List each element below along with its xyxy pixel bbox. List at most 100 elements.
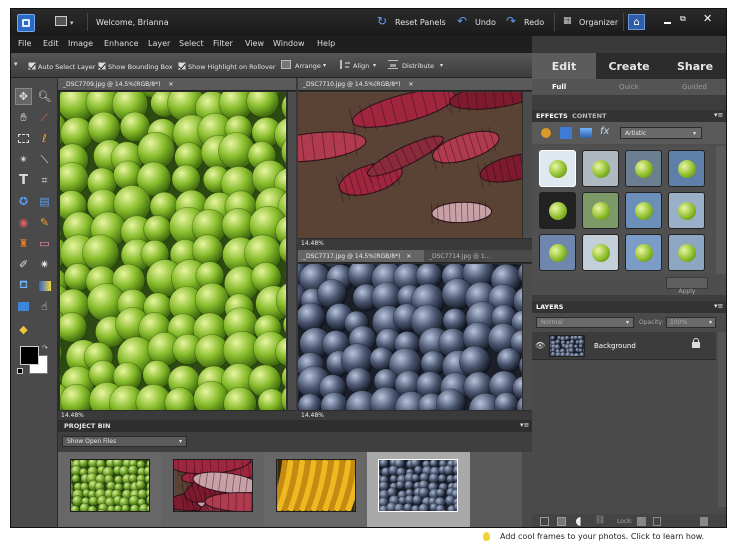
tab-edit[interactable]: Edit <box>532 53 596 79</box>
sponge-tool-icon[interactable]: ◆ <box>15 321 32 338</box>
project-bin-scrollbar[interactable] <box>522 452 532 527</box>
lock-transparent-icon[interactable] <box>637 517 646 526</box>
document-tab-2-close-icon[interactable]: ✕ <box>408 81 413 88</box>
workspace-layout-button[interactable]: ▾ <box>55 16 77 29</box>
quick-selection-tool-icon[interactable]: ⟍ <box>36 151 53 168</box>
align-dropdown[interactable]: Align ▾ <box>340 59 380 72</box>
document-tab-2[interactable]: _DSC7710.jpg @ 14.5%(RGB/8*) ✕ <box>298 78 532 91</box>
red-eye-tool-icon[interactable]: ◉ <box>15 214 32 231</box>
new-layer-icon[interactable] <box>540 517 549 526</box>
auto-select-checkbox[interactable] <box>28 62 36 70</box>
document-1-scrollbar[interactable] <box>288 92 296 410</box>
bin-item-berries-selected[interactable] <box>367 452 470 527</box>
foreground-color-swatch[interactable] <box>20 346 39 365</box>
eraser-tool-icon[interactable]: ▭ <box>36 235 53 252</box>
options-menu-arrow-icon[interactable]: ▾ <box>14 60 18 68</box>
minimize-button[interactable] <box>662 15 674 27</box>
effects-scrollbar[interactable] <box>716 146 726 274</box>
menu-view[interactable]: View <box>245 39 264 48</box>
fx-icon[interactable]: fx <box>600 126 609 137</box>
layers-scrollbar[interactable] <box>718 332 726 507</box>
shape-tool-icon[interactable] <box>15 298 32 315</box>
layer-row-background[interactable]: 👁︎ Background <box>532 332 716 360</box>
effect-thumbnail[interactable] <box>539 150 576 187</box>
link-layers-icon[interactable]: ⛓︎ <box>595 515 605 524</box>
paint-bucket-tool-icon[interactable]: ⛾ <box>15 277 32 294</box>
delete-layer-icon[interactable] <box>700 517 708 526</box>
swap-colors-icon[interactable]: ↷ <box>42 344 48 352</box>
effect-thumbnail[interactable] <box>668 192 705 229</box>
default-colors-icon[interactable] <box>17 368 23 374</box>
crop-tool-icon[interactable]: ⌗ <box>36 172 53 189</box>
adjustment-layer-icon[interactable] <box>557 517 566 526</box>
home-button[interactable]: ⌂ <box>628 14 645 30</box>
healing-brush-tool-icon[interactable]: ✎ <box>36 214 53 231</box>
lock-all-icon[interactable] <box>653 517 661 526</box>
smart-brush-tool-icon[interactable]: ✷ <box>36 256 53 273</box>
tab-share[interactable]: Share <box>662 53 726 79</box>
document-tab-3-close-icon[interactable]: ✕ <box>406 253 411 260</box>
effect-thumbnail[interactable] <box>582 150 619 187</box>
menu-filter[interactable]: Filter <box>213 39 233 48</box>
zoom-tool-icon[interactable]: 🔍︎ <box>36 88 53 105</box>
arrange-dropdown[interactable]: Arrange ▾ <box>281 59 331 72</box>
effect-thumbnail[interactable] <box>582 234 619 271</box>
filters-icon[interactable] <box>540 127 552 139</box>
undo-button[interactable]: ↶ Undo <box>457 15 499 30</box>
magic-wand-tool-icon[interactable]: ✴ <box>15 151 32 168</box>
tab-create[interactable]: Create <box>596 53 662 79</box>
tab-content[interactable]: CONTENT <box>572 112 606 120</box>
eyedropper-tool-icon[interactable]: ⟋ <box>36 109 53 126</box>
menu-select[interactable]: Select <box>179 39 204 48</box>
brush-tool-icon[interactable]: ✐ <box>15 256 32 273</box>
effect-thumbnail[interactable] <box>625 150 662 187</box>
effect-thumbnail[interactable] <box>539 234 576 271</box>
opacity-field[interactable]: 100% ▾ <box>666 317 716 328</box>
menu-image[interactable]: Image <box>68 39 93 48</box>
mode-quick[interactable]: Quick <box>619 83 639 91</box>
document-3-scrollbar[interactable] <box>523 264 532 410</box>
bounding-box-checkbox[interactable] <box>98 62 106 70</box>
menu-edit[interactable]: Edit <box>43 39 59 48</box>
hand-tool-icon[interactable]: ✋︎ <box>15 109 32 126</box>
effect-thumbnail[interactable] <box>668 234 705 271</box>
highlight-checkbox[interactable] <box>178 62 186 70</box>
layer-styles-icon[interactable] <box>560 127 572 139</box>
menu-window[interactable]: Window <box>273 39 305 48</box>
mode-full[interactable]: Full <box>552 83 566 91</box>
organizer-button[interactable]: ▦ Organizer <box>563 15 619 30</box>
reset-panels-button[interactable]: ↻ Reset Panels <box>377 15 453 30</box>
menu-help[interactable]: Help <box>317 39 335 48</box>
distribute-dropdown[interactable]: Distribute ▾ <box>388 59 448 72</box>
marquee-tool-icon[interactable] <box>15 130 32 147</box>
bin-item-corn[interactable] <box>161 452 264 527</box>
show-open-files-dropdown[interactable]: Show Open Files ▾ <box>62 436 187 447</box>
effect-thumbnail[interactable] <box>625 192 662 229</box>
redo-button[interactable]: ↷ Redo <box>506 15 548 30</box>
cookie-cutter-tool-icon[interactable]: ✪ <box>15 193 32 210</box>
restore-button[interactable]: ⧉ <box>680 14 692 26</box>
layers-menu-icon[interactable]: ▾≡ <box>714 302 723 310</box>
document-2-scrollbar[interactable] <box>523 92 532 238</box>
apply-button[interactable]: Apply <box>666 277 708 295</box>
tip-text[interactable]: Add cool frames to your photos. Click to… <box>500 532 704 541</box>
type-tool-icon[interactable]: T <box>15 172 32 189</box>
menu-enhance[interactable]: Enhance <box>104 39 139 48</box>
move-tool-icon[interactable]: ✥ <box>15 88 32 105</box>
menu-file[interactable]: File <box>18 39 31 48</box>
photo-effects-icon[interactable] <box>580 128 592 138</box>
effect-thumbnail[interactable] <box>625 234 662 271</box>
document-tab-1[interactable]: _DSC7709.jpg @ 14.5%(RGB/8*) ✕ <box>58 78 296 91</box>
straighten-tool-icon[interactable]: ▤ <box>36 193 53 210</box>
effects-menu-icon[interactable]: ▾≡ <box>714 111 723 119</box>
menu-layer[interactable]: Layer <box>148 39 170 48</box>
mask-icon[interactable] <box>576 517 585 526</box>
document-tab-3[interactable]: _DSC7717.jpg @ 14.5%(RGB/8*) ✕ <box>298 250 424 263</box>
document-tab-4[interactable]: _DSC7714.jpg @ 1... <box>424 250 532 263</box>
project-bin-menu-icon[interactable]: ▾≡ <box>520 421 529 429</box>
effect-thumbnail[interactable] <box>582 192 619 229</box>
mode-guided[interactable]: Guided <box>682 83 707 91</box>
layer-visibility-eye-icon[interactable]: 👁︎ <box>535 341 545 350</box>
effect-thumbnail[interactable] <box>539 192 576 229</box>
tab-effects[interactable]: EFFECTS <box>536 112 568 120</box>
